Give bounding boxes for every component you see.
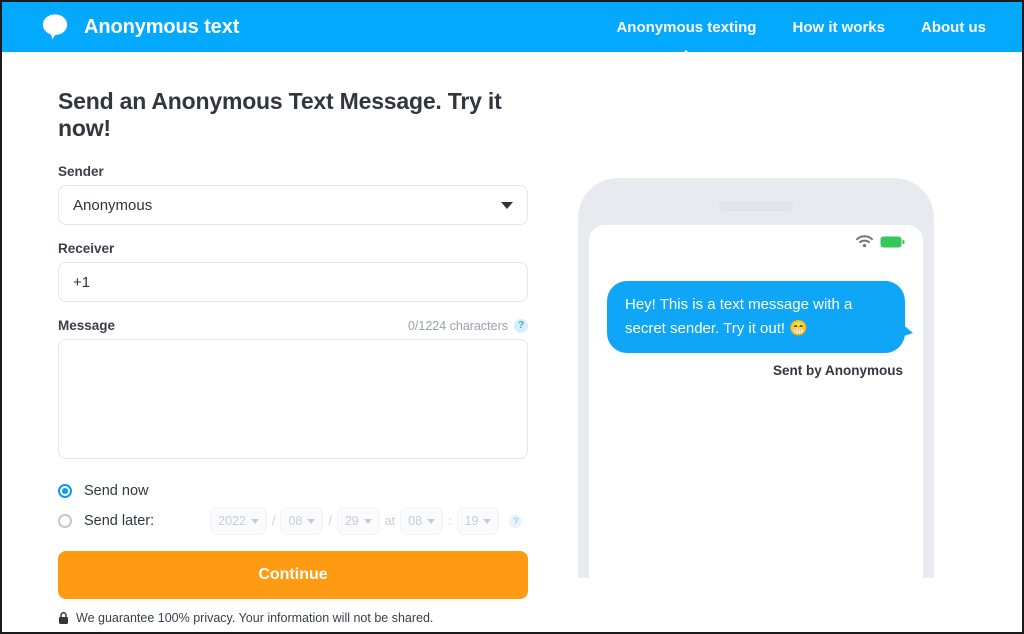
- message-textarea[interactable]: [58, 339, 528, 459]
- year-value: 2022: [218, 514, 246, 528]
- phone-speaker: [719, 202, 793, 211]
- wifi-icon: [856, 235, 873, 253]
- date-separator: /: [328, 514, 332, 528]
- message-form: Send an Anonymous Text Message. Try it n…: [2, 52, 542, 625]
- message-label-row: Message 0/1224 characters ?: [58, 318, 528, 333]
- time-separator: :: [448, 514, 452, 528]
- chevron-down-icon: [307, 518, 316, 524]
- minute-select[interactable]: 19: [456, 507, 500, 535]
- sent-by-label: Sent by Anonymous: [772, 363, 903, 378]
- minute-value: 19: [464, 514, 479, 528]
- phone-screen: Hey! This is a text message with a secre…: [589, 225, 923, 578]
- year-select[interactable]: 2022: [210, 507, 267, 535]
- at-label: at: [384, 514, 396, 528]
- send-now-row[interactable]: Send now: [58, 481, 542, 501]
- privacy-notice: We guarantee 100% privacy. Your informat…: [58, 611, 542, 625]
- message-bubble-row: Hey! This is a text message with a secre…: [607, 281, 913, 353]
- nav-item-anonymous-texting[interactable]: Anonymous texting: [616, 4, 756, 51]
- character-counter: 0/1224 characters ?: [408, 319, 528, 333]
- send-now-radio[interactable]: [58, 484, 72, 498]
- schedule-datetime: 2022 / 08 / 29 at 08: 19 ?: [210, 507, 523, 535]
- month-value: 08: [288, 514, 303, 528]
- date-separator: /: [271, 514, 276, 528]
- hour-value: 08: [408, 514, 423, 528]
- phone-preview: Hey! This is a text message with a secre…: [542, 52, 1022, 625]
- chevron-down-icon: [483, 518, 492, 524]
- brand-name: Anonymous text: [84, 15, 240, 38]
- receiver-value: +1: [73, 273, 91, 291]
- outgoing-message-bubble: Hey! This is a text message with a secre…: [607, 281, 913, 353]
- send-later-row[interactable]: Send later: 2022 / 08 / 29 at 08: 19 ?: [58, 507, 542, 535]
- site-header: Anonymous text Anonymous texting How it …: [2, 2, 1022, 52]
- nav-item-how-it-works[interactable]: How it works: [792, 4, 885, 51]
- month-select[interactable]: 08: [280, 507, 324, 535]
- send-later-label: Send later:: [84, 513, 155, 529]
- receiver-input[interactable]: +1: [58, 262, 528, 302]
- sender-select[interactable]: Anonymous: [58, 185, 528, 225]
- continue-button[interactable]: Continue: [58, 551, 528, 599]
- phone-status-bar: [589, 225, 923, 257]
- lock-icon: [58, 611, 69, 625]
- message-help-icon[interactable]: ?: [514, 319, 528, 333]
- brand-logo[interactable]: Anonymous text: [40, 12, 239, 42]
- message-label: Message: [58, 318, 116, 333]
- day-value: 29: [344, 514, 359, 528]
- main-content: Send an Anonymous Text Message. Try it n…: [2, 52, 1022, 625]
- hour-select[interactable]: 08: [400, 507, 444, 535]
- character-count-text: 0/1224 characters: [407, 319, 508, 333]
- grinning-face-emoji: 😁: [789, 320, 808, 337]
- send-now-label: Send now: [84, 483, 149, 499]
- nav-label: Anonymous texting: [616, 18, 757, 36]
- nav-label: About us: [921, 18, 986, 36]
- sender-label: Sender: [58, 164, 104, 179]
- day-select[interactable]: 29: [336, 507, 380, 535]
- speech-bubble-icon: [40, 12, 70, 42]
- schedule-help-icon[interactable]: ?: [509, 514, 523, 528]
- conversation: Hey! This is a text message with a secre…: [589, 257, 923, 578]
- nav-label: How it works: [792, 18, 885, 36]
- main-nav: Anonymous texting How it works About us: [616, 4, 1000, 51]
- page-title: Send an Anonymous Text Message. Try it n…: [58, 88, 502, 141]
- phone-mockup: Hey! This is a text message with a secre…: [578, 178, 934, 578]
- chevron-down-icon: [427, 518, 436, 524]
- browser-page: Anonymous text Anonymous texting How it …: [0, 0, 1024, 634]
- chevron-down-icon: [363, 518, 372, 524]
- battery-icon: [880, 235, 905, 253]
- send-later-radio[interactable]: [58, 514, 72, 528]
- privacy-text: We guarantee 100% privacy. Your informat…: [76, 611, 434, 625]
- sender-value: Anonymous: [73, 196, 153, 214]
- receiver-label: Receiver: [58, 241, 115, 256]
- nav-item-about-us[interactable]: About us: [921, 4, 986, 51]
- chevron-down-icon: [501, 201, 513, 209]
- chevron-down-icon: [250, 518, 259, 524]
- message-text: Hey! This is a text message with a secre…: [625, 296, 853, 337]
